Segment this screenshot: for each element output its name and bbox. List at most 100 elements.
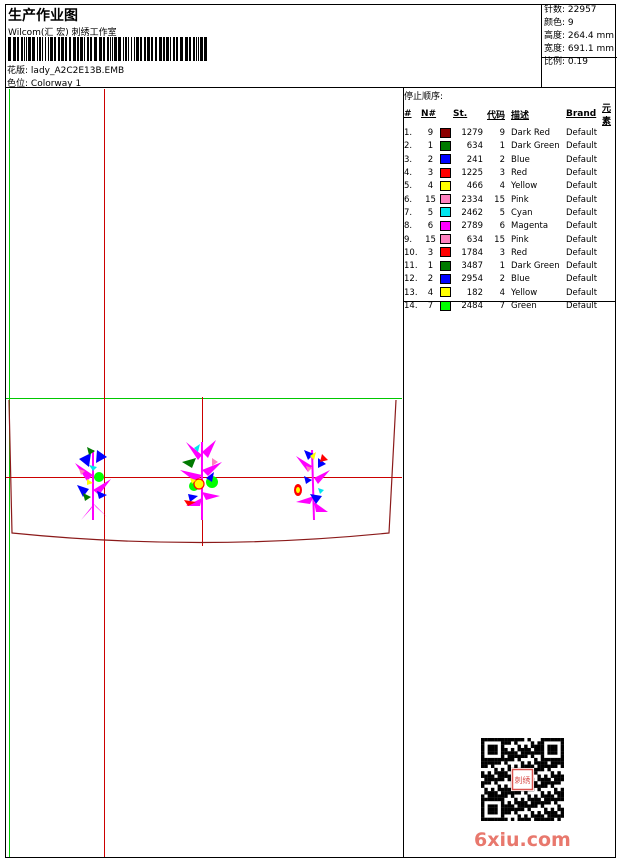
row-index: 6. xyxy=(404,194,413,205)
row-code: 7 xyxy=(499,301,505,311)
header-index: # xyxy=(404,109,412,119)
row-needle: 9 xyxy=(427,128,434,139)
row-index: 2. xyxy=(404,141,413,152)
color-swatch xyxy=(440,207,451,218)
sequence-row: 14. 7 2484 7 Green Default xyxy=(404,300,616,313)
row-brand: Default xyxy=(566,207,598,218)
row-stitches: 2462 xyxy=(461,207,483,218)
row-brand: Default xyxy=(566,141,598,152)
row-code: 2 xyxy=(499,154,505,165)
row-stitches: 2789 xyxy=(461,221,483,232)
sequence-header-row: # N# St. 代码 描述 Brand 元素 xyxy=(404,101,616,127)
sequence-table: # N# St. 代码 描述 Brand 元素 1. 9 1279 9 Dark Red… xyxy=(404,101,616,313)
row-swatch xyxy=(440,140,453,153)
row-description: Dark Red xyxy=(511,128,551,139)
color-swatch xyxy=(440,234,451,245)
row-swatch xyxy=(440,220,453,233)
row-code: 5 xyxy=(499,207,505,218)
row-description: Dark Green xyxy=(511,141,560,152)
sequence-row: 13. 4 182 4 Yellow Default xyxy=(404,287,616,300)
row-index: 7. xyxy=(404,207,413,218)
row-needle: 3 xyxy=(427,247,434,258)
row-swatch xyxy=(440,300,453,313)
row-brand: Default xyxy=(566,154,598,165)
row-index: 13. xyxy=(404,287,418,298)
row-needle: 15 xyxy=(425,194,436,205)
header-brand: Brand xyxy=(566,109,597,119)
row-swatch xyxy=(440,233,453,246)
qr-code-icon: 刺绣 xyxy=(481,738,564,821)
row-swatch xyxy=(440,127,453,140)
row-code: 6 xyxy=(499,221,505,232)
sequence-row: 9. 15 634 15 Pink Default xyxy=(404,233,616,246)
row-index: 5. xyxy=(404,181,413,192)
flower-motif-right xyxy=(294,449,330,521)
row-code: 3 xyxy=(499,247,505,258)
row-description: Magenta xyxy=(511,221,549,232)
stop-sequence-panel: 停止顺序: # N# St. 代码 描述 Brand 元素 1. 9 1279 9 Da… xyxy=(404,88,616,311)
row-swatch xyxy=(440,193,453,206)
row-brand: Default xyxy=(566,168,598,179)
flower-motif-left xyxy=(75,447,111,520)
row-swatch xyxy=(440,273,453,286)
row-code: 1 xyxy=(499,261,505,272)
row-stitches: 182 xyxy=(466,287,483,298)
row-brand: Default xyxy=(566,234,598,245)
row-description: Red xyxy=(511,247,528,258)
row-brand: Default xyxy=(566,247,598,258)
row-brand: Default xyxy=(566,194,598,205)
color-swatch xyxy=(440,300,451,311)
header-code: 代码 xyxy=(487,110,506,121)
site-watermark: 6xiu.com xyxy=(474,829,571,851)
sequence-row: 1. 9 1279 9 Dark Red Default xyxy=(404,127,616,140)
row-code: 2 xyxy=(499,274,505,285)
row-code: 1 xyxy=(499,141,505,152)
color-swatch xyxy=(440,127,451,138)
row-index: 8. xyxy=(404,221,413,232)
color-swatch xyxy=(440,247,451,258)
row-stitches: 634 xyxy=(466,234,483,245)
row-description: Blue xyxy=(511,154,530,165)
color-swatch xyxy=(440,154,451,165)
row-needle: 15 xyxy=(425,234,436,245)
row-brand: Default xyxy=(566,287,598,298)
row-needle: 2 xyxy=(427,154,434,165)
color-swatch xyxy=(440,220,451,231)
row-description: Dark Green xyxy=(511,261,560,272)
row-brand: Default xyxy=(566,221,598,232)
row-stitches: 634 xyxy=(466,141,483,152)
sequence-row: 7. 5 2462 5 Cyan Default xyxy=(404,207,616,220)
sequence-row: 12. 2 2954 2 Blue Default xyxy=(404,273,616,286)
row-swatch xyxy=(440,247,453,260)
row-description: Pink xyxy=(511,194,529,205)
row-brand: Default xyxy=(566,181,598,192)
row-stitches: 2484 xyxy=(461,301,483,311)
row-swatch xyxy=(440,287,453,300)
row-code: 15 xyxy=(494,234,505,245)
row-description: Yellow xyxy=(511,181,538,192)
header-needle: N# xyxy=(421,109,437,119)
row-needle: 1 xyxy=(427,261,434,272)
row-needle: 6 xyxy=(427,221,434,232)
sequence-row: 4. 3 1225 3 Red Default xyxy=(404,167,616,180)
row-needle: 2 xyxy=(427,274,434,285)
row-needle: 4 xyxy=(427,181,434,192)
sequence-row: 2. 1 634 1 Dark Green Default xyxy=(404,140,616,153)
row-code: 3 xyxy=(499,168,505,179)
row-swatch xyxy=(440,154,453,167)
row-index: 14. xyxy=(404,301,418,311)
header-description: 描述 xyxy=(511,110,530,121)
row-index: 12. xyxy=(404,274,418,285)
row-description: Blue xyxy=(511,274,530,285)
sequence-row: 8. 6 2789 6 Magenta Default xyxy=(404,220,616,233)
row-needle: 3 xyxy=(427,168,434,179)
header-swatch xyxy=(440,101,453,127)
row-description: Yellow xyxy=(511,287,538,298)
header-element: 元素 xyxy=(602,104,612,127)
row-swatch xyxy=(440,167,453,180)
row-description: Green xyxy=(511,301,537,311)
row-needle: 4 xyxy=(427,287,434,298)
row-code: 4 xyxy=(499,181,505,192)
sequence-row: 3. 2 241 2 Blue Default xyxy=(404,154,616,167)
row-index: 1. xyxy=(404,128,413,139)
